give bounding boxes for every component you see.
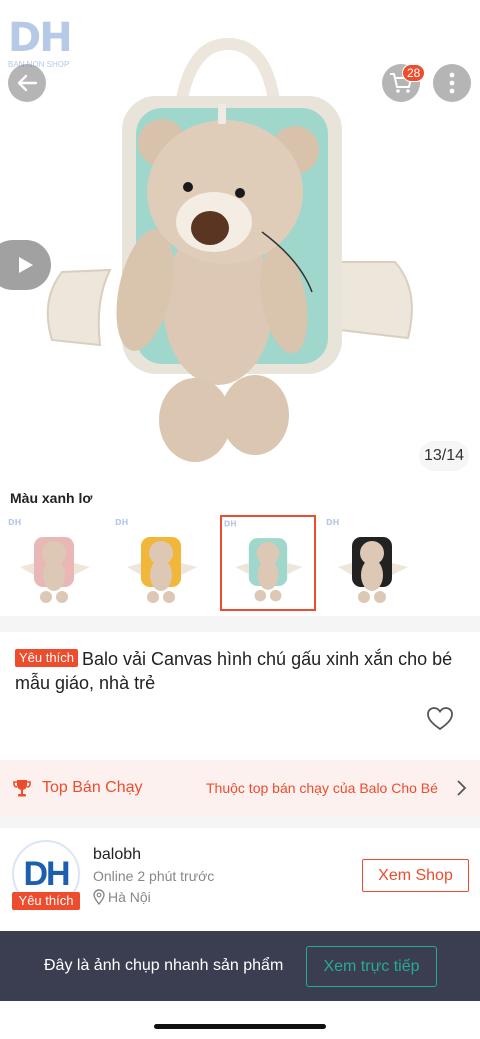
top-selling-banner[interactable]: Top Bán Chạy Thuộc top bán chạy của Balo… <box>0 760 480 817</box>
shop-location: Hà Nội <box>93 889 151 905</box>
shop-location-text: Hà Nội <box>108 889 151 905</box>
play-icon <box>18 257 33 273</box>
variant-thumb-pink[interactable]: DH <box>6 515 102 611</box>
variant-thumb-yellow[interactable]: DH <box>113 515 209 611</box>
top-selling-label: Top Bán Chạy <box>42 779 143 796</box>
image-counter: 13/14 <box>419 441 469 471</box>
shop-info-card: DH Yêu thích balobh Online 2 phút trước … <box>0 828 480 938</box>
top-selling-detail: Thuộc top bán chạy của Balo Cho Bé <box>206 780 438 796</box>
variant-thumb-image: DH <box>224 520 303 602</box>
variant-selector: Màu xanh lơ DH DH DH DH <box>0 482 480 616</box>
svg-text:DH: DH <box>8 518 21 527</box>
view-live-button[interactable]: Xem trực tiếp <box>306 946 437 987</box>
back-arrow-icon <box>17 74 38 92</box>
location-pin-icon <box>93 889 105 905</box>
svg-text:DH: DH <box>224 520 237 529</box>
like-button[interactable] <box>426 706 454 737</box>
snapshot-banner: Đây là ảnh chụp nhanh sản phẩm Xem trực … <box>0 931 480 1001</box>
svg-text:DH: DH <box>326 518 339 527</box>
view-shop-button[interactable]: Xem Shop <box>362 859 469 892</box>
chevron-right-icon <box>457 780 467 796</box>
product-title: Yêu thích Balo vải Canvas hình chú gấu xi… <box>15 647 455 695</box>
shop-name[interactable]: balobh <box>93 846 141 864</box>
cart-count-badge: 28 <box>402 64 426 82</box>
product-title-text: Balo vải Canvas hình chú gấu xinh xắn ch… <box>15 649 453 693</box>
favorite-badge: Yêu thích <box>15 649 78 667</box>
shop-logo-text: DH <box>23 855 70 893</box>
snapshot-message: Đây là ảnh chụp nhanh sản phẩm <box>44 957 284 974</box>
variant-thumb-black[interactable]: DH <box>324 515 420 611</box>
variant-thumb-image: DH <box>326 518 408 603</box>
watermark-logo-text: DH <box>8 15 73 61</box>
bottom-safe-area <box>0 1001 480 1039</box>
more-vertical-icon <box>449 72 455 94</box>
heart-icon <box>427 707 453 731</box>
svg-text:DH: DH <box>115 518 128 527</box>
variant-thumb-mint[interactable]: DH <box>220 515 316 611</box>
variant-thumb-image: DH <box>8 518 90 603</box>
more-options-button[interactable] <box>433 64 471 102</box>
shop-favorite-badge: Yêu thích <box>12 892 80 910</box>
back-button[interactable] <box>8 64 46 102</box>
product-image-carousel[interactable]: DH BAN NON SHOP 28 13/14 <box>0 0 480 482</box>
product-title-section: Yêu thích Balo vải Canvas hình chú gấu xi… <box>0 632 480 760</box>
play-video-button[interactable] <box>0 240 51 290</box>
selected-variant-label: Màu xanh lơ <box>10 490 93 506</box>
variant-thumb-image: DH <box>115 518 197 603</box>
trophy-icon <box>13 780 31 797</box>
shop-online-status: Online 2 phút trước <box>93 868 215 884</box>
home-indicator[interactable] <box>154 1024 326 1029</box>
